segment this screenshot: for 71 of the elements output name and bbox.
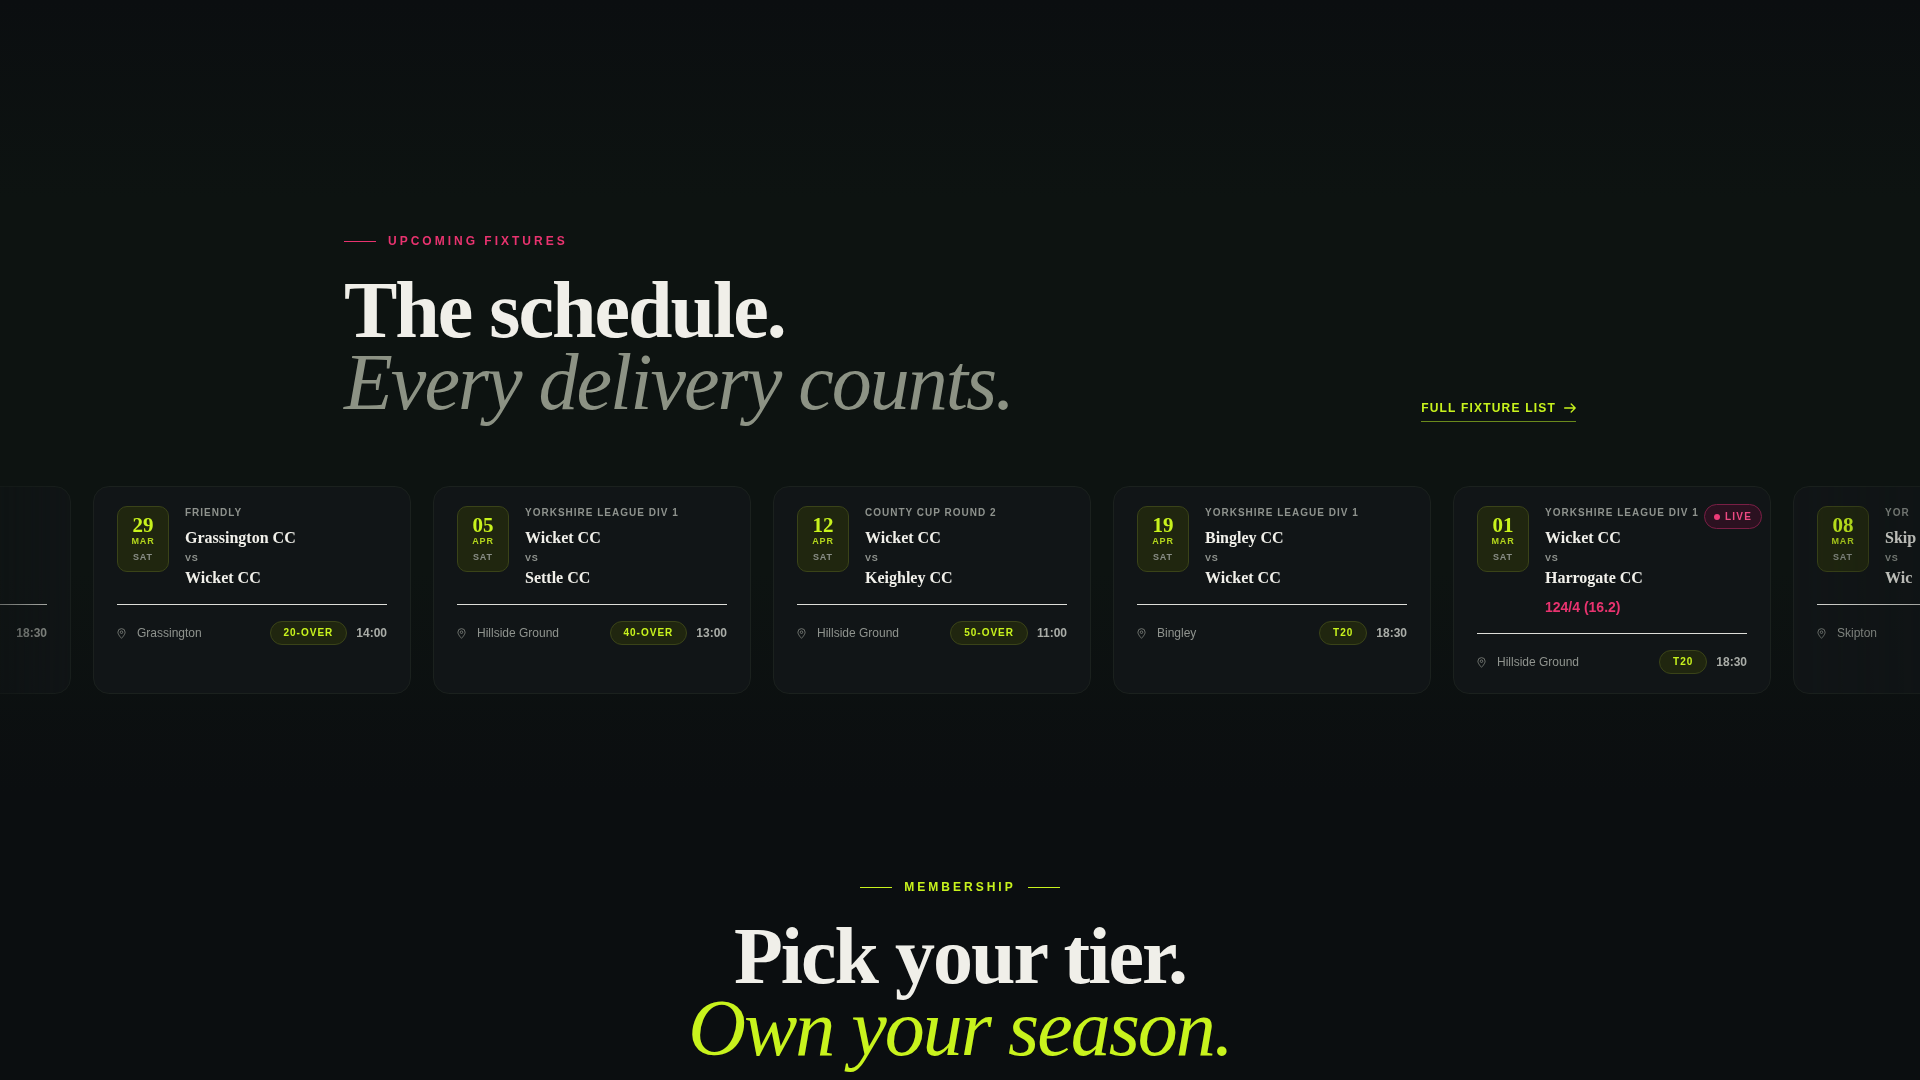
weekday-label: SAT <box>1152 550 1173 563</box>
month-label: MAR <box>131 534 155 547</box>
arrow-right-icon <box>1564 403 1576 413</box>
team-name: Wicket CC <box>865 528 941 548</box>
venue-label: Skipton <box>1837 625 1878 641</box>
versus-label: VS <box>1885 552 1899 565</box>
start-time: 18:30 <box>16 625 47 641</box>
competition-label: FRIENDLY <box>185 506 243 520</box>
format-tag: 20-OVER <box>269 621 348 645</box>
day-number: 12 <box>812 513 834 536</box>
map-pin-icon <box>797 627 806 639</box>
month-label: MAR <box>1831 534 1855 547</box>
day-number: 05 <box>472 513 494 536</box>
month-label: APR <box>812 534 834 547</box>
start-time: 14:00 <box>356 625 387 641</box>
venue-label: Bingley <box>1157 625 1197 641</box>
versus-label: VS <box>865 552 879 565</box>
competition-label: COUNTY CUP ROUND 2 <box>865 506 997 520</box>
team-name: Wicket CC <box>1545 528 1621 548</box>
day-number: 08 <box>1832 513 1854 536</box>
team-name: Keighley CC <box>865 568 953 588</box>
versus-label: VS <box>1205 552 1219 565</box>
day-number: 19 <box>1152 513 1174 536</box>
venue-label: Hillside Ground <box>477 625 560 641</box>
day-number: 01 <box>1492 513 1514 536</box>
versus-label: VS <box>1545 552 1559 565</box>
map-pin-icon <box>1137 627 1146 639</box>
section-eyebrow: MEMBERSHIP <box>904 879 1016 895</box>
weekday-label: SAT <box>472 550 493 563</box>
venue-label: Hillside Ground <box>817 625 900 641</box>
month-label: MAR <box>1491 534 1515 547</box>
start-time: 13:00 <box>696 625 727 641</box>
competition-label: YORKSHIRE LEAGUE DIV 1 <box>525 506 679 520</box>
live-label: LIVE <box>1724 509 1752 524</box>
format-tag: 40-OVER <box>609 621 688 645</box>
format-tag: T20 <box>1319 621 1368 645</box>
versus-label: VS <box>185 552 199 565</box>
team-name: Settle CC <box>525 568 591 588</box>
weekday-label: SAT <box>132 550 153 563</box>
day-number: 29 <box>132 513 154 536</box>
competition-label: YORKSHIRE LEAGUE DIV 1 <box>1205 506 1359 520</box>
team-name: Bingley CC <box>1205 528 1284 548</box>
venue-label: Hillside Ground <box>1497 654 1580 670</box>
full-fixture-list-link[interactable]: FULL FIXTURE LIST <box>1421 400 1576 422</box>
map-pin-icon <box>1817 627 1826 639</box>
map-pin-icon <box>457 627 466 639</box>
team-name: Wicket CC <box>1205 568 1281 588</box>
weekday-label: SAT <box>1492 550 1513 563</box>
team-name: Skip <box>1885 528 1917 548</box>
start-time: 18:30 <box>1376 625 1407 641</box>
team-name: Wicket CC <box>525 528 601 548</box>
weekday-label: SAT <box>812 550 833 563</box>
team-name: Harrogate CC <box>1545 568 1643 588</box>
competition-label: YOR <box>1885 506 1910 520</box>
map-pin-icon <box>1477 656 1486 668</box>
weekday-label: SAT <box>1832 550 1853 563</box>
team-name: Grassington CC <box>185 528 296 548</box>
format-tag: T20 <box>1659 650 1708 674</box>
format-tag: 50-OVER <box>950 621 1028 645</box>
team-name: Wicket CC <box>185 568 261 588</box>
month-label: APR <box>472 534 494 547</box>
month-label: APR <box>1152 534 1174 547</box>
venue-label: Grassington <box>137 625 202 641</box>
live-score: 124/4 (16.2) <box>1545 598 1621 617</box>
start-time: 11:00 <box>1036 625 1067 641</box>
map-pin-icon <box>117 627 126 639</box>
section-eyebrow: UPCOMING FIXTURES <box>388 233 568 249</box>
versus-label: VS <box>525 552 539 565</box>
team-name: Wic <box>1885 568 1913 588</box>
start-time: 18:30 <box>1716 654 1747 670</box>
competition-label: YORKSHIRE LEAGUE DIV 1 <box>1545 506 1699 520</box>
